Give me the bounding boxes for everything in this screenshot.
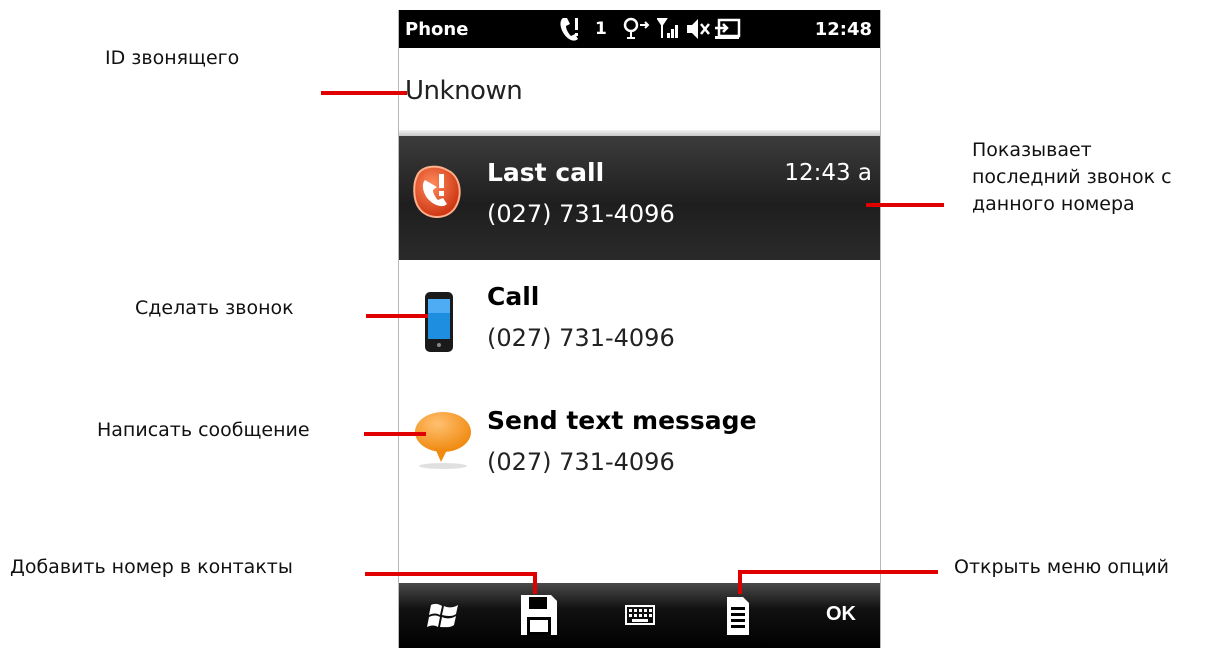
- annotation-last-call-line-2: последний звонок с: [972, 166, 1172, 188]
- menu-list-icon[interactable]: [725, 595, 751, 637]
- send-text-label: Send text message: [487, 406, 757, 435]
- annotation-make-call: Сделать звонок: [135, 297, 294, 319]
- ok-button[interactable]: OK: [826, 603, 856, 626]
- annotation-last-call-line-3: данного номера: [972, 193, 1135, 215]
- call-item[interactable]: Call (027) 731-4096: [399, 260, 880, 384]
- message-bubble-icon: [415, 412, 471, 469]
- annotation-open-menu: Открыть меню опций: [954, 556, 1170, 578]
- data-connection-icon: [623, 17, 650, 39]
- caller-id: Unknown: [405, 76, 523, 106]
- last-call-time: 12:43 a: [784, 160, 872, 186]
- pointer-add-contact-v: [533, 572, 537, 594]
- save-floppy-icon[interactable]: [519, 593, 559, 637]
- phone-screen: Phone 1 12:48 Unknown Last call 12:43 a …: [398, 10, 881, 648]
- send-text-number: (027) 731-4096: [487, 448, 675, 476]
- annotation-add-contact: Добавить номер в контакты: [10, 556, 293, 578]
- pointer-write-message: [364, 432, 426, 436]
- last-call-number: (027) 731-4096: [487, 200, 675, 228]
- missed-call-icon: [413, 165, 461, 218]
- signal-strength-icon: [657, 18, 678, 38]
- annotation-write-message: Написать сообщение: [97, 419, 310, 441]
- active-call-icon: [560, 18, 578, 41]
- annotation-last-call-line-1: Показывает: [972, 139, 1092, 161]
- last-call-label: Last call: [487, 158, 605, 187]
- pointer-make-call: [366, 314, 428, 318]
- status-bar: Phone 1 12:48: [399, 10, 880, 48]
- phone-icon: [425, 292, 453, 352]
- battery-charging-icon: [715, 18, 741, 39]
- call-number: (027) 731-4096: [487, 324, 675, 352]
- annotation-last-call: Показывает последний звонок с данного но…: [972, 137, 1172, 218]
- pointer-add-contact-h: [365, 572, 537, 576]
- softkey-bar: OK: [399, 583, 880, 648]
- call-label: Call: [487, 282, 540, 311]
- windows-start-icon[interactable]: [427, 601, 461, 631]
- app-title: Phone: [405, 19, 469, 40]
- send-text-message-item[interactable]: Send text message (027) 731-4096: [399, 384, 880, 508]
- pointer-caller-id: [321, 91, 407, 95]
- line-indicator: 1: [595, 19, 607, 39]
- pointer-open-menu-v: [738, 570, 742, 594]
- status-clock: 12:48: [814, 19, 872, 40]
- pointer-open-menu-h: [738, 570, 938, 574]
- last-call-item[interactable]: Last call 12:43 a (027) 731-4096: [399, 136, 880, 260]
- annotation-caller-id: ID звонящего: [105, 47, 240, 69]
- speaker-muted-icon: [687, 19, 710, 39]
- keyboard-icon[interactable]: [625, 605, 655, 625]
- pointer-last-call: [866, 203, 944, 207]
